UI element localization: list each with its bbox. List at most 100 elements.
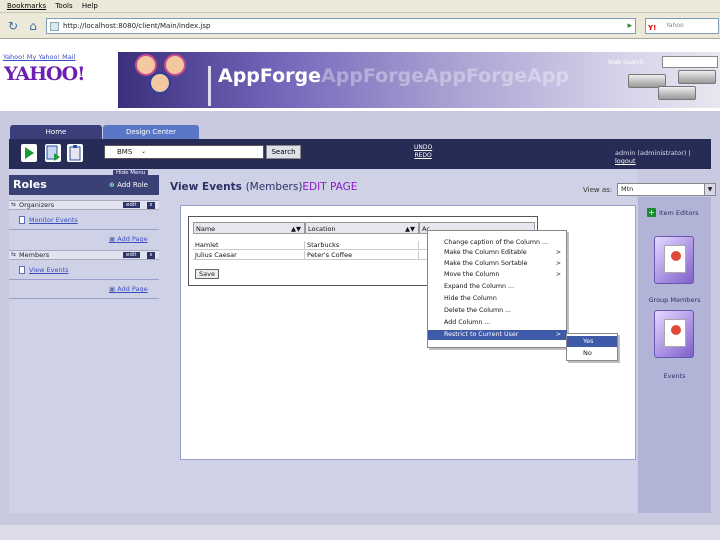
edit-button[interactable]: edit: [123, 202, 140, 208]
user-text: admin (administrator) |: [615, 149, 691, 157]
folder-label: Events: [663, 372, 686, 380]
yahoo-links[interactable]: Yahoo! My Yahoo! Mail: [3, 53, 75, 61]
item-editors-button[interactable]: + Item Editors: [647, 208, 699, 217]
divider: [9, 298, 159, 299]
app-toolbar: BMS ⌄ Search UNDO REDO admin (administra…: [9, 139, 711, 169]
menu-help[interactable]: Help: [82, 2, 98, 10]
yahoo-logo[interactable]: YAHOO!: [4, 63, 85, 85]
table-cell: Starbucks: [305, 241, 419, 250]
column-header-label: Location: [308, 225, 336, 233]
tab-design-center[interactable]: Design Center: [103, 125, 199, 139]
user-info: admin (administrator) | logout: [615, 149, 711, 165]
clipboard-icon[interactable]: [67, 144, 83, 162]
menu-item-make-editable[interactable]: Make the Column Editable >: [428, 248, 567, 258]
menu-item-change-caption[interactable]: Change caption of the Column ...: [428, 238, 567, 248]
menu-item-expand-column[interactable]: Expand the Column ...: [428, 282, 567, 292]
add-page-button[interactable]: ▣ Add Page: [109, 235, 148, 243]
menu-item-make-sortable[interactable]: Make the Column Sortable >: [428, 259, 567, 269]
add-page-button[interactable]: ▣ Add Page: [109, 285, 148, 293]
add-page-icon: ▣: [109, 235, 116, 243]
person-icon: [149, 72, 171, 94]
banner-divider: [208, 66, 211, 106]
tab-strip: Home Design Center: [0, 111, 720, 139]
edit-button[interactable]: edit: [123, 252, 140, 258]
column-context-menu: Change caption of the Column ... Make th…: [427, 230, 567, 348]
add-page-label: Add Page: [117, 235, 148, 243]
tab-home[interactable]: Home: [10, 125, 102, 139]
collapse-icon[interactable]: ⇆: [11, 201, 16, 208]
submenu-item-yes[interactable]: Yes: [567, 336, 617, 347]
close-icon[interactable]: x: [147, 202, 155, 209]
view-as-label: View as:: [583, 186, 613, 194]
section-organizers[interactable]: ⇆ Organizers edit x: [9, 200, 159, 210]
column-header-name[interactable]: Name ▲▼: [193, 222, 305, 234]
page-icon: [19, 216, 25, 224]
logout-link[interactable]: logout: [615, 157, 636, 165]
table-cell: Peter's Coffee: [305, 251, 419, 260]
sort-icon[interactable]: ▲▼: [291, 223, 301, 235]
collapse-icon[interactable]: ⇆: [11, 251, 16, 258]
roles-title: Roles: [13, 178, 47, 191]
sidebar-link-view-events[interactable]: View Events: [19, 266, 69, 274]
browser-menubar: Bookmarks Tools Help: [0, 0, 720, 13]
save-button[interactable]: Save: [195, 269, 219, 279]
menu-item-label: Make the Column Sortable: [444, 260, 528, 267]
appforge-logo: AppForgeAppForgeAppForgeApp: [218, 65, 569, 87]
chevron-down-icon: ▼: [704, 184, 715, 195]
page-title: View Events (Members)EDIT PAGE: [170, 181, 357, 193]
play-icon[interactable]: [21, 144, 37, 162]
server-icon: [678, 70, 716, 84]
menu-item-label: Hide the Column: [444, 295, 497, 302]
menu-item-move-column[interactable]: Move the Column >: [428, 270, 567, 280]
chevron-right-icon: >: [555, 260, 561, 267]
home-icon[interactable]: ⌂: [24, 17, 42, 35]
sort-icon[interactable]: ▲▼: [405, 223, 415, 235]
web-search-label: Web Search: [608, 59, 644, 66]
submenu-item-no[interactable]: No: [567, 348, 617, 359]
view-as-select[interactable]: Mtn ▼: [617, 183, 716, 196]
go-icon[interactable]: ▸: [627, 19, 632, 33]
roles-sidebar: Hide Menu Roles ⊕ Add Role ⇆ Organizers …: [9, 169, 159, 513]
menu-item-add-column[interactable]: Add Column ...: [428, 318, 567, 328]
app-select[interactable]: BMS ⌄: [104, 145, 264, 159]
deploy-icon[interactable]: [45, 144, 61, 162]
status-bar: [0, 525, 720, 540]
reload-icon[interactable]: ↻: [4, 17, 22, 35]
section-members[interactable]: ⇆ Members edit x: [9, 250, 159, 260]
folder-icon[interactable]: [654, 236, 694, 284]
close-icon[interactable]: x: [147, 252, 155, 259]
plus-icon: +: [647, 208, 656, 217]
page-icon: [19, 266, 25, 274]
browser-search-placeholder: Yahoo: [666, 22, 684, 29]
menu-bookmarks[interactable]: Bookmarks: [7, 2, 46, 10]
menu-tools[interactable]: Tools: [55, 2, 72, 10]
column-header-location[interactable]: Location ▲▼: [305, 222, 419, 234]
table-cell: Hamlet: [193, 241, 305, 250]
redo-link[interactable]: REDO: [414, 152, 432, 160]
menu-item-label: Expand the Column ...: [444, 283, 515, 290]
table-cell: Julius Caesar: [193, 251, 305, 260]
web-search-input[interactable]: [662, 56, 718, 68]
page-title-role: (Members): [245, 181, 303, 193]
add-role-button[interactable]: ⊕ Add Role: [109, 181, 148, 189]
undo-link[interactable]: UNDO: [414, 144, 432, 152]
yahoo-search-icon: Y!: [648, 24, 657, 32]
section-label: Organizers: [19, 201, 55, 209]
add-role-icon: ⊕: [109, 181, 115, 189]
menu-item-restrict-current-user[interactable]: Restrict to Current User >: [428, 330, 567, 340]
main-panel-lower: [159, 472, 637, 513]
address-bar[interactable]: http://localhost:8080/client/Main/index.…: [46, 18, 636, 34]
browser-search-input[interactable]: Y! Yahoo: [645, 18, 719, 34]
section-label: Members: [19, 251, 50, 259]
page-icon: [50, 22, 59, 31]
folder-label: Group Members: [648, 296, 701, 304]
search-button[interactable]: Search: [266, 145, 301, 159]
url-text: http://localhost:8080/client/Main/index.…: [63, 22, 211, 30]
menu-item-hide-column[interactable]: Hide the Column: [428, 294, 567, 304]
folder-icon[interactable]: [654, 310, 694, 358]
sidebar-link-monitor-events[interactable]: Monitor Events: [19, 216, 78, 224]
menu-item-delete-column[interactable]: Delete the Column ...: [428, 306, 567, 316]
menu-item-label: Make the Column Editable: [444, 249, 527, 256]
view-as-value: Mtn: [621, 185, 634, 193]
chevron-right-icon: >: [555, 331, 561, 338]
